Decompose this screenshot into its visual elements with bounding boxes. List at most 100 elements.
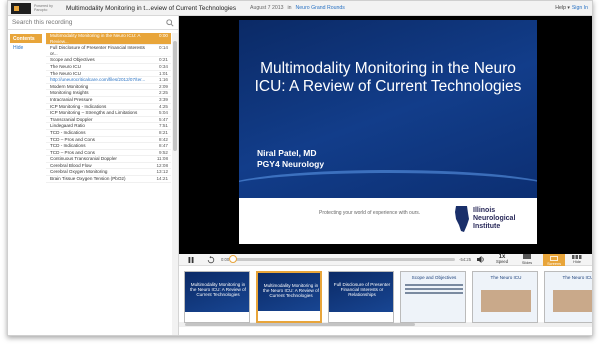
video-area[interactable]: Multimodality Monitoring in the Neuro IC… <box>179 16 592 254</box>
toc-item-title: TCD - Indications <box>50 129 86 135</box>
toc-item-title: TCD – Pros and Cons <box>50 149 95 155</box>
toc-item[interactable]: ICP Monitoring – Strengths and Limitatio… <box>46 110 171 117</box>
toc-item-title: Cerebral Oxygen Monitoring <box>50 169 108 175</box>
toc-item-time: 5:47 <box>159 116 168 122</box>
progress-handle[interactable] <box>229 255 238 263</box>
panopto-logo <box>11 2 31 14</box>
toc-item-time: 4:25 <box>159 103 168 109</box>
toc-item[interactable]: Intracranial Pressure 3:39 <box>46 97 171 104</box>
toc-item[interactable]: TCD - Indications 8:47 <box>46 143 171 150</box>
recording-date: August 7 2013 <box>250 5 284 11</box>
illinois-map-icon <box>455 206 469 232</box>
pause-icon[interactable] <box>185 255 197 265</box>
search-input[interactable] <box>12 19 162 26</box>
thumbnail-scroll-thumb[interactable] <box>185 323 415 326</box>
rewind-icon[interactable] <box>205 255 217 265</box>
speed-label: Speed <box>495 258 509 264</box>
slide-thumbnail[interactable]: Multimodality Monitoring in the Neuro IC… <box>256 271 322 323</box>
slide-thumbnail-image <box>481 290 531 312</box>
toc-item-title: Full Disclosure of Presenter Financial I… <box>50 45 145 56</box>
toc-item[interactable]: TCD – Pros and Cons 9:52 <box>46 150 171 157</box>
toc-item[interactable]: Cerebral Oxygen Monitoring 13:12 <box>46 169 171 177</box>
slides-icon <box>523 254 532 259</box>
toc-scrollbar[interactable] <box>172 33 178 335</box>
slide-thumbnail-title: Multimodality Monitoring in the Neuro IC… <box>263 283 319 299</box>
toc-item[interactable]: http://uneurocriticalcare.com/files/2012… <box>46 77 171 84</box>
table-of-contents: Multimodality Monitoring in the Neuro IC… <box>46 33 171 335</box>
toc-item-title: Multimodality Monitoring in the Neuro IC… <box>50 33 141 44</box>
slide-thumbnail-bullets <box>405 284 463 296</box>
toc-item-time: 1:16 <box>159 77 168 83</box>
hide-thumbnails-toggle[interactable]: Hide <box>567 254 587 265</box>
toc-item-title: Transcranial Doppler <box>50 116 93 122</box>
slide-presenter: Niral Patel, MD PGY4 Neurology <box>257 148 324 170</box>
toc-item-time: 2:25 <box>159 90 168 96</box>
volume-icon[interactable] <box>475 255 487 265</box>
sign-in-link[interactable]: Sign In <box>572 5 588 11</box>
screens-icon <box>550 255 558 261</box>
toc-item-title: Scope and Objectives <box>50 57 95 63</box>
progress-bar[interactable] <box>229 255 456 263</box>
toc-item-title: The Neuro ICU <box>50 63 81 69</box>
toc-item[interactable]: Monitoring Insights 2:25 <box>46 90 171 97</box>
screens-label: Screens <box>547 262 561 266</box>
toc-item[interactable]: Modern Monitoring 2:09 <box>46 84 171 91</box>
toc-item-time: 8:21 <box>159 129 168 135</box>
toc-item[interactable]: Brain Tissue Oxygen Tension (PbO2) 14:21 <box>46 176 171 183</box>
current-time: 0:00 <box>221 257 230 262</box>
powered-by-label: Powered by Panopto <box>34 4 53 12</box>
toc-item[interactable]: Cerebral Blood Flow 12:08 <box>46 163 171 170</box>
screens-toggle[interactable]: Screens <box>543 253 566 266</box>
toc-item-time: 0:21 <box>159 57 168 63</box>
toc-item[interactable]: Multimodality Monitoring in the Neuro IC… <box>46 33 171 46</box>
toc-item-title: Modern Monitoring <box>50 83 89 89</box>
toc-item-time: 9:52 <box>159 149 168 155</box>
toc-scroll-thumb[interactable] <box>173 41 177 151</box>
toc-item[interactable]: The Neuro ICU 1:01 <box>46 71 171 78</box>
tab-hide[interactable]: Hide <box>8 43 42 53</box>
slide-thumbnail-title: The Neuro ICU <box>490 275 522 280</box>
toc-item-time: 0:34 <box>159 63 168 69</box>
slide-thumbnail[interactable]: Full Disclosure of Presenter Financial I… <box>328 271 394 323</box>
toc-item[interactable]: Lindegaard Ratio 7:51 <box>46 123 171 130</box>
slides-toggle[interactable]: Slides <box>517 254 537 265</box>
toc-item[interactable]: Scope and Objectives 0:21 <box>46 57 171 64</box>
toc-item-time: 12:08 <box>156 162 169 168</box>
remaining-time: -54:25 <box>459 257 472 262</box>
speed-control[interactable]: 1x Speed <box>493 254 511 264</box>
toc-item-time: 8:47 <box>159 143 168 149</box>
playback-controls: 0:00 -54:25 1x Speed Slides Screens Hide <box>179 253 592 266</box>
toc-item-title: The Neuro ICU <box>50 70 81 76</box>
player-window: Powered by Panopto Multimodality Monitor… <box>7 0 593 336</box>
sidebar: Contents Hide Multimodality Monitoring i… <box>8 16 179 335</box>
toc-item-title: Lindegaard Ratio <box>50 123 85 129</box>
slide-thumbnail[interactable]: Multimodality Monitoring in the Neuro IC… <box>184 271 250 323</box>
toc-item-time: 5:04 <box>159 110 168 116</box>
toc-item-title: Cerebral Blood Flow <box>50 162 92 168</box>
tab-contents[interactable]: Contents <box>10 34 42 43</box>
toc-item-title: Intracranial Pressure <box>50 96 93 102</box>
slide-thumbnail-title: Scope and Objectives <box>411 275 457 280</box>
toc-item[interactable]: The Neuro ICU 0:34 <box>46 64 171 71</box>
folder-link[interactable]: Neuro Grand Rounds <box>296 5 345 11</box>
toc-item[interactable]: TCD - Indications 8:21 <box>46 130 171 137</box>
toc-item[interactable]: Transcranial Doppler 5:47 <box>46 117 171 124</box>
toc-item-title: Brain Tissue Oxygen Tension (PbO2) <box>50 176 126 182</box>
toc-item-title: TCD - Indications <box>50 143 86 149</box>
toc-item[interactable]: ICP Monitoring - Indications 4:25 <box>46 104 171 111</box>
toc-item-title: http://uneurocriticalcare.com/files/2012… <box>50 77 146 83</box>
slide-thumbnail[interactable]: Scope and Objectives <box>400 271 466 323</box>
slide-thumbnail-band <box>185 312 249 322</box>
toc-item[interactable]: Full Disclosure of Presenter Financial I… <box>46 45 171 58</box>
help-menu[interactable]: Help ▾ <box>555 5 570 11</box>
toc-item[interactable]: TCD – Pros and Cons 8:42 <box>46 137 171 144</box>
slide-thumbnail[interactable]: The Neuro ICU <box>544 271 592 323</box>
toc-item[interactable]: Continuous Transcranial Doppler 11:08 <box>46 156 171 163</box>
sidebar-tabs: Contents Hide <box>8 34 42 53</box>
toc-item-title: Continuous Transcranial Doppler <box>50 156 117 162</box>
toc-item-time: 7:51 <box>159 123 168 129</box>
toc-item-time: 14:21 <box>156 176 169 182</box>
presenter-name: Niral Patel, MD <box>257 148 317 158</box>
slide-thumbnail[interactable]: The Neuro ICU <box>472 271 538 323</box>
search-icon[interactable] <box>166 19 174 27</box>
